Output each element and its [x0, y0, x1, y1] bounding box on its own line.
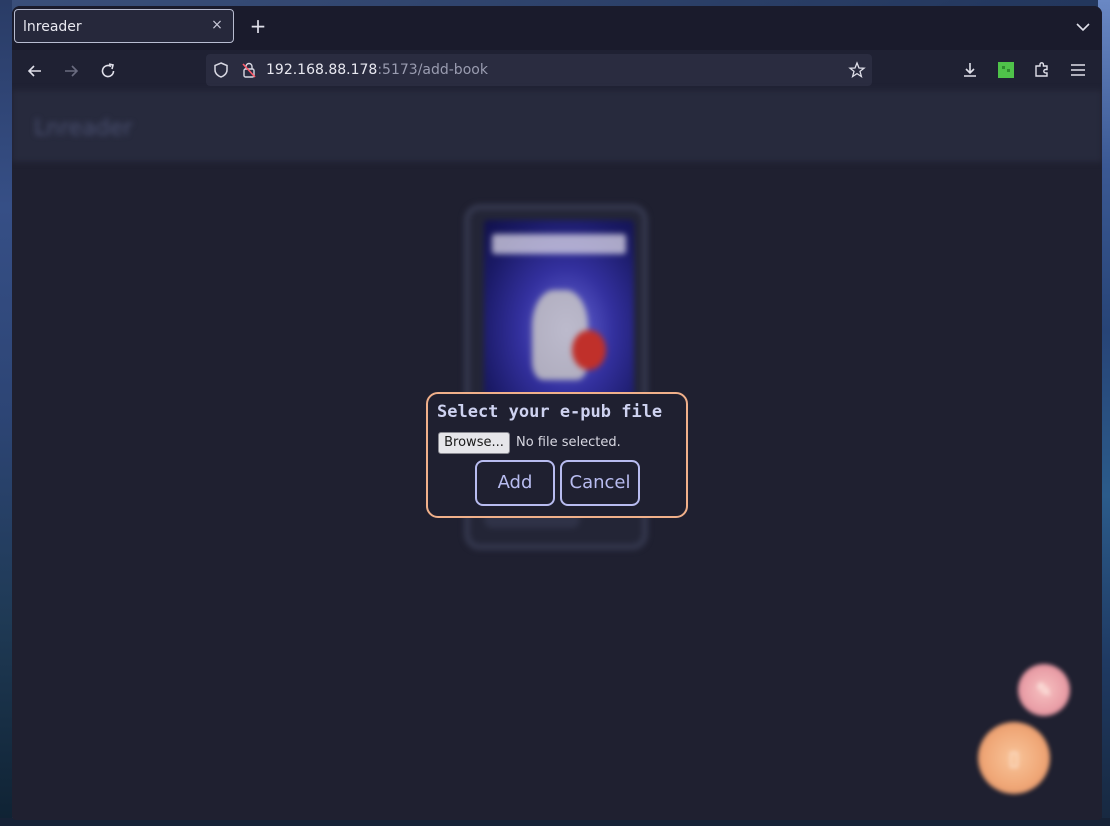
app-brand: Lnreader	[34, 116, 133, 141]
file-status: No file selected.	[516, 435, 621, 450]
url-path: :5173/add-book	[377, 62, 488, 78]
book-cover-image	[484, 220, 634, 420]
star-icon[interactable]	[848, 61, 866, 79]
add-book-fab-button[interactable]: ▯	[978, 722, 1050, 794]
url-host: 192.168.88.178	[266, 62, 378, 78]
edit-fab-button[interactable]: ✎	[1018, 664, 1070, 716]
web-page: Lnreader Select your e-pub file Browse..…	[12, 90, 1102, 820]
green-extension-icon[interactable]	[996, 60, 1016, 80]
add-book-dialog: Select your e-pub file Browse... No file…	[426, 392, 688, 518]
edit-icon: ✎	[1035, 678, 1053, 702]
shield-icon[interactable]	[212, 61, 230, 79]
new-tab-button[interactable]: +	[248, 16, 268, 36]
app-header	[12, 90, 1102, 162]
insecure-lock-icon[interactable]	[240, 61, 258, 79]
forward-arrow-icon	[65, 65, 79, 77]
add-button[interactable]: Add	[475, 460, 555, 506]
browser-window: lnreader × + 192.168.88.178:5173/add-boo…	[12, 6, 1102, 820]
navigation-toolbar: 192.168.88.178:5173/add-book	[12, 50, 1102, 90]
desktop-wallpaper-left	[0, 0, 12, 826]
book-cover-accent	[572, 330, 606, 370]
hamburger-menu-icon[interactable]	[1068, 60, 1088, 80]
address-bar[interactable]: 192.168.88.178:5173/add-book	[206, 54, 872, 86]
dialog-title: Select your e-pub file	[437, 402, 663, 422]
tab-lnreader[interactable]: lnreader ×	[14, 9, 234, 43]
download-icon[interactable]	[960, 60, 980, 80]
tab-title: lnreader	[23, 19, 82, 35]
back-arrow-icon[interactable]	[24, 60, 46, 82]
chevron-down-icon[interactable]	[1074, 18, 1092, 36]
add-book-icon: ▯	[1008, 746, 1020, 770]
cancel-button[interactable]: Cancel	[560, 460, 640, 506]
close-tab-icon[interactable]: ×	[209, 17, 225, 33]
reload-icon[interactable]	[97, 60, 119, 82]
tab-strip: lnreader × +	[12, 6, 1102, 50]
browse-file-button[interactable]: Browse...	[438, 432, 510, 454]
puzzle-icon[interactable]	[1032, 60, 1052, 80]
url-text[interactable]: 192.168.88.178:5173/add-book	[266, 62, 488, 78]
book-cover-title-art	[492, 234, 626, 254]
